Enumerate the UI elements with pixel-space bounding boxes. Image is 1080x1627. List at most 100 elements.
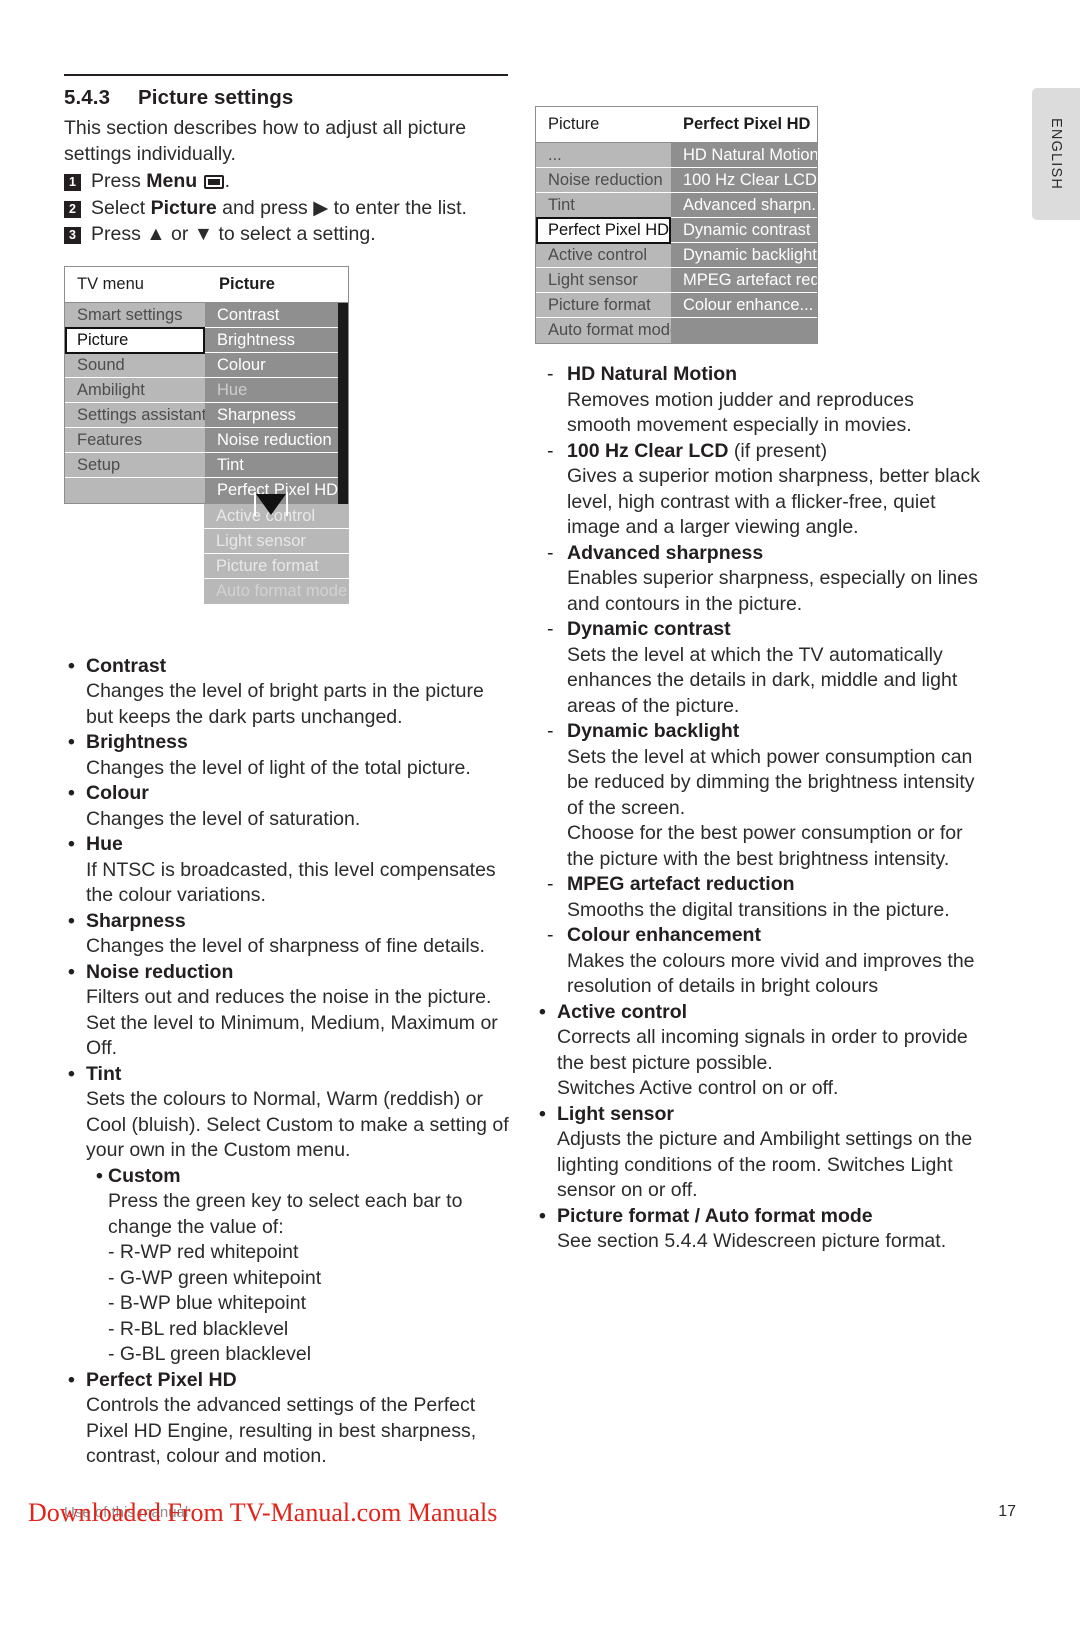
bullet-line: If NTSC is broadcasted, this level compe… (86, 858, 496, 881)
menu2-item-perfect-pixel-hd[interactable]: Perfect Pixel HD (536, 217, 671, 244)
menu2-item-auto-format-mode[interactable]: Auto format mode (536, 318, 671, 343)
bullet-line: Set the level to Minimum, Medium, Maximu… (86, 1011, 498, 1034)
list-item: Active control Corrects all incoming sig… (535, 1000, 985, 1102)
submenu-item-noise-reduction[interactable]: Noise reduction (205, 427, 338, 453)
submenu2-item-hd-natural-motion[interactable]: HD Natural Motion (671, 143, 817, 168)
bullet-line: Changes the level of light of the total … (86, 756, 471, 779)
menu2-item-active-control[interactable]: Active control (536, 243, 671, 268)
tv-menu-2-header-left: Picture (548, 115, 600, 133)
bullet-line: the best picture possible. (557, 1051, 773, 1074)
reference-link[interactable]: 5.4.4 Widescreen picture format (664, 1230, 940, 1252)
submenu-item-auto-format-mode[interactable]: Auto format mode (204, 578, 349, 604)
tv-menu-2-header: Picture Perfect Pixel HD (535, 106, 818, 142)
submenu-item-contrast[interactable]: Contrast (205, 302, 338, 328)
dash-title-text: Dynamic contrast (567, 618, 731, 640)
tv-menu-2-right-column: HD Natural Motion 100 Hz Clear LCD Advan… (671, 143, 817, 343)
submenu-item-brightness[interactable]: Brightness (205, 327, 338, 353)
menu-item-sound[interactable]: Sound (65, 352, 205, 378)
tv-menu-scrollbar[interactable] (338, 302, 348, 505)
bullet-line: the colour variations. (86, 884, 266, 906)
dash-title-text: Dynamic backlight (567, 720, 740, 742)
bullet-line: Filters out and reduces the noise in the… (86, 986, 492, 1008)
dash-title-dynamic-contrast: Dynamic contrast (535, 617, 985, 643)
dash-line: the picture with the best brightness int… (567, 847, 950, 870)
nested-item-r-wp: - R-WP red whitepoint (108, 1241, 299, 1263)
submenu-item-sharpness[interactable]: Sharpness (205, 402, 338, 428)
submenu2-item-mpeg-artefact-reduction[interactable]: MPEG artefact red... (671, 268, 817, 293)
menu-item-picture[interactable]: Picture (65, 326, 205, 354)
submenu2-item-empty (671, 318, 817, 343)
nested-line: Press the green key to select each bar t… (108, 1190, 463, 1212)
dash-line: enhances the details in dark, middle and… (567, 669, 958, 691)
bullet-title-picture-format: Picture format / Auto format mode (535, 1204, 985, 1230)
submenu2-item-100hz-clear-lcd[interactable]: 100 Hz Clear LCD (671, 168, 817, 193)
step-1-text: Press Menu . (91, 169, 230, 195)
step-2: 2 Select Picture and press ▶ to enter th… (64, 196, 514, 222)
section-number: 5.4.3 (64, 86, 111, 109)
picture-settings-list: Contrast Changes the level of bright par… (64, 654, 514, 1470)
bullet-line: Changes the level of bright parts in the… (86, 680, 484, 702)
dash-item: Colour enhancement Makes the colours mor… (535, 923, 985, 1000)
dash-title-text: MPEG artefact reduction (567, 873, 795, 895)
dash-line: Enables superior sharpness, especially o… (567, 567, 978, 589)
dash-item: MPEG artefact reduction Smooths the digi… (535, 872, 985, 923)
picture-settings-list-continued: Active control Corrects all incoming sig… (535, 1000, 985, 1255)
submenu-item-picture-format[interactable]: Picture format (204, 553, 349, 579)
bullet-line: Changes the level of saturation. (86, 807, 361, 830)
dash-line: level, high contrast with a flicker-free… (567, 490, 936, 513)
submenu-item-light-sensor[interactable]: Light sensor (204, 528, 349, 554)
tv-menu-header-right: Picture (219, 274, 275, 293)
submenu2-item-dynamic-contrast[interactable]: Dynamic contrast (671, 218, 817, 243)
menu-item-settings-assistant[interactable]: Settings assistant (65, 402, 205, 428)
bullet-line: Controls the advanced settings of the Pe… (86, 1394, 476, 1416)
bullet-line: lighting conditions of the room. Switche… (557, 1153, 953, 1176)
dash-title-100hz-clear-lcd: 100 Hz Clear LCD (if present) (535, 439, 985, 465)
dash-line: Choose for the best power consumption or… (567, 822, 963, 844)
nested-item-b-wp: - B-WP blue whitepoint (108, 1292, 306, 1314)
step-2-text: Select Picture and press ▶ to enter the … (91, 196, 467, 222)
submenu-item-colour[interactable]: Colour (205, 352, 338, 378)
dash-line: be reduced by dimming the brightness int… (567, 771, 975, 793)
dash-item: Dynamic backlight Sets the level at whic… (535, 719, 985, 872)
submenu2-item-colour-enhancement[interactable]: Colour enhance... (671, 293, 817, 318)
bullet-title-active-control: Active control (535, 1000, 985, 1026)
menu-item-ambilight[interactable]: Ambilight (65, 377, 205, 403)
submenu2-item-advanced-sharpness[interactable]: Advanced sharpn... (671, 193, 817, 218)
submenu-item-tint[interactable]: Tint (205, 452, 338, 478)
nested-item-g-wp: - G-WP green whitepoint (108, 1266, 322, 1289)
dash-title-mpeg-artefact-reduction: MPEG artefact reduction (535, 872, 985, 898)
submenu2-item-dynamic-backlight[interactable]: Dynamic backlight (671, 243, 817, 268)
page-number: 17 (998, 1503, 1016, 1520)
dash-line: Sets the level at which power consumptio… (567, 745, 973, 768)
list-item: Perfect Pixel HD Controls the advanced s… (64, 1368, 514, 1470)
tv-menu-header: TV menu Picture (64, 265, 349, 302)
menu-item-smart-settings[interactable]: Smart settings (65, 302, 205, 328)
menu2-item-picture-format[interactable]: Picture format (536, 293, 671, 318)
steps-list: 1 Press Menu . 2 Select Picture and pres… (64, 169, 514, 248)
menu-item-features[interactable]: Features (65, 427, 205, 453)
scroll-down-caret-icon (254, 491, 288, 516)
dash-line: Gives a superior motion sharpness, bette… (567, 465, 980, 487)
menu2-item-noise-reduction[interactable]: Noise reduction (536, 168, 671, 193)
menu2-item-ellipsis[interactable]: ... (536, 143, 671, 168)
bullet-reference-line: See section 5.4.4 Widescreen picture for… (535, 1229, 985, 1255)
list-item: Brightness Changes the level of light of… (64, 730, 514, 781)
tv-menu-2-left-column: ... Noise reduction Tint Perfect Pixel H… (536, 143, 671, 343)
section-title-text: Picture settings (138, 86, 294, 109)
menu2-item-light-sensor[interactable]: Light sensor (536, 268, 671, 293)
list-item: Sharpness Changes the level of sharpness… (64, 909, 514, 960)
tv-menu-left-column: Smart settings Picture Sound Ambilight S… (65, 302, 205, 503)
menu2-item-tint[interactable]: Tint (536, 193, 671, 218)
dash-title-text: 100 Hz Clear LCD (567, 439, 729, 462)
dash-line: resolution of details in bright colours (567, 975, 879, 997)
perfect-pixel-hd-sub-list: HD Natural Motion Removes motion judder … (535, 362, 985, 1000)
right-column: Picture Perfect Pixel HD ... Noise reduc… (535, 106, 985, 1255)
header-rule (64, 74, 508, 76)
dash-line: smooth movement especially in movies. (567, 414, 912, 436)
dash-line: areas of the picture. (567, 694, 740, 717)
menu-item-filler (65, 477, 205, 503)
dash-item: 100 Hz Clear LCD (if present) Gives a su… (535, 439, 985, 541)
tv-menu-overflow-items: Active control Light sensor Picture form… (204, 503, 349, 604)
menu-item-setup[interactable]: Setup (65, 452, 205, 478)
language-tab-label: ENGLISH (1048, 117, 1064, 191)
